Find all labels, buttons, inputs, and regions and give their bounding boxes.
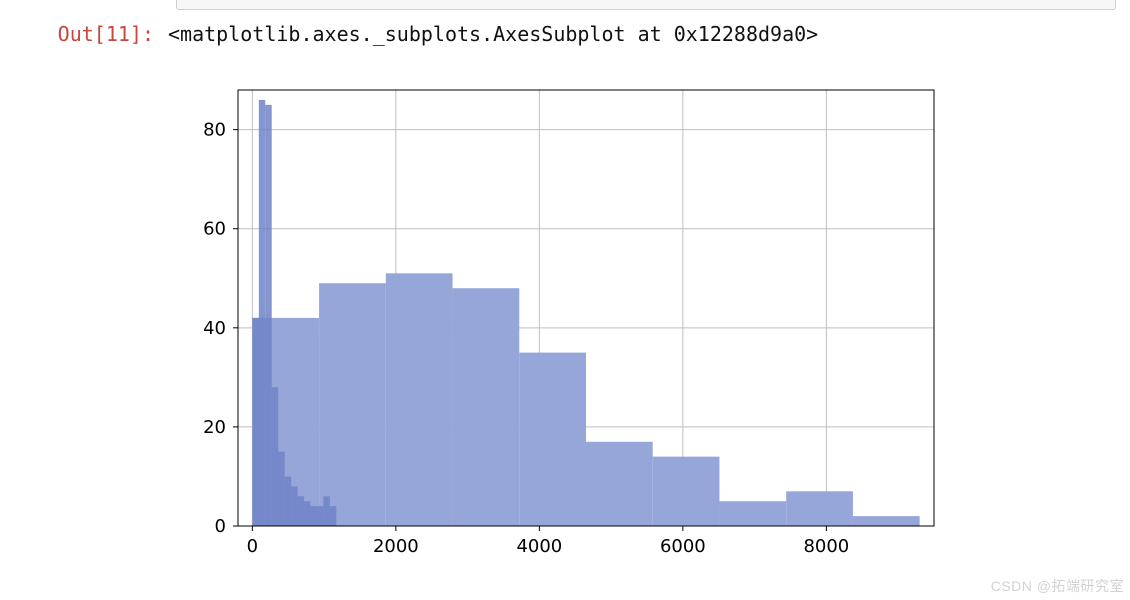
svg-text:40: 40 bbox=[203, 318, 226, 339]
cell-input-collapsed-border bbox=[176, 0, 1116, 10]
svg-text:0: 0 bbox=[215, 516, 226, 537]
svg-text:20: 20 bbox=[203, 417, 226, 438]
svg-text:4000: 4000 bbox=[516, 536, 562, 557]
svg-text:8000: 8000 bbox=[803, 536, 849, 557]
svg-text:60: 60 bbox=[203, 219, 226, 240]
histogram-chart: 0 2000 4000 6000 8000 0 20 40 60 80 bbox=[176, 78, 946, 574]
chart-svg: 0 2000 4000 6000 8000 0 20 40 60 80 bbox=[176, 78, 946, 574]
svg-text:6000: 6000 bbox=[660, 536, 706, 557]
output-row: Out[11]: <matplotlib.axes._subplots.Axes… bbox=[0, 22, 1130, 46]
output-prompt: Out[11]: bbox=[0, 22, 168, 46]
svg-text:80: 80 bbox=[203, 120, 226, 141]
output-repr-text: <matplotlib.axes._subplots.AxesSubplot a… bbox=[168, 22, 818, 46]
svg-text:2000: 2000 bbox=[373, 536, 419, 557]
svg-text:0: 0 bbox=[247, 536, 258, 557]
watermark-text: CSDN @拓端研究室 bbox=[991, 576, 1124, 596]
